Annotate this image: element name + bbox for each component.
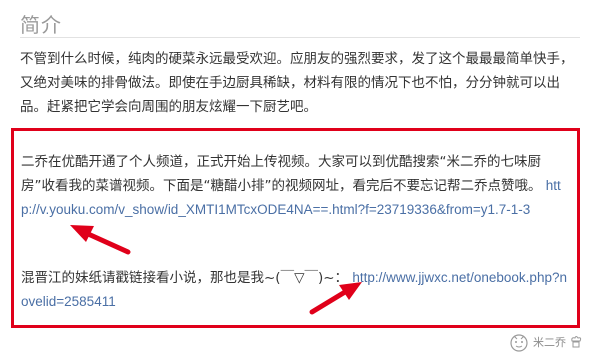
section-title: 简介	[20, 13, 62, 37]
chef-hat-icon	[571, 336, 582, 348]
jjwxc-paragraph: 混晋江的妹纸请戳链接看小说，那也是我~(￣▽￣)~： http://www.jj…	[21, 266, 569, 314]
intro-paragraph: 不管到什么时候，纯肉的硬菜永远最受欢迎。应朋友的强烈要求，发了这个最最最简单快手…	[20, 51, 574, 115]
watermark-text: 米二乔	[533, 336, 566, 349]
watermark: 米二乔	[509, 332, 582, 352]
youku-paragraph: 二乔在优酷开通了个人频道，正式开始上传视频。大家可以到优酷搜索“米二乔的七味厨房…	[21, 150, 569, 222]
title-divider	[20, 37, 580, 38]
youku-paragraph-text: 二乔在优酷开通了个人频道，正式开始上传视频。大家可以到优酷搜索“米二乔的七味厨房…	[21, 154, 542, 194]
jjwxc-paragraph-text: 混晋江的妹纸请戳链接看小说，那也是我~(￣▽￣)~：	[21, 270, 349, 286]
cartoon-face-icon	[510, 334, 528, 352]
